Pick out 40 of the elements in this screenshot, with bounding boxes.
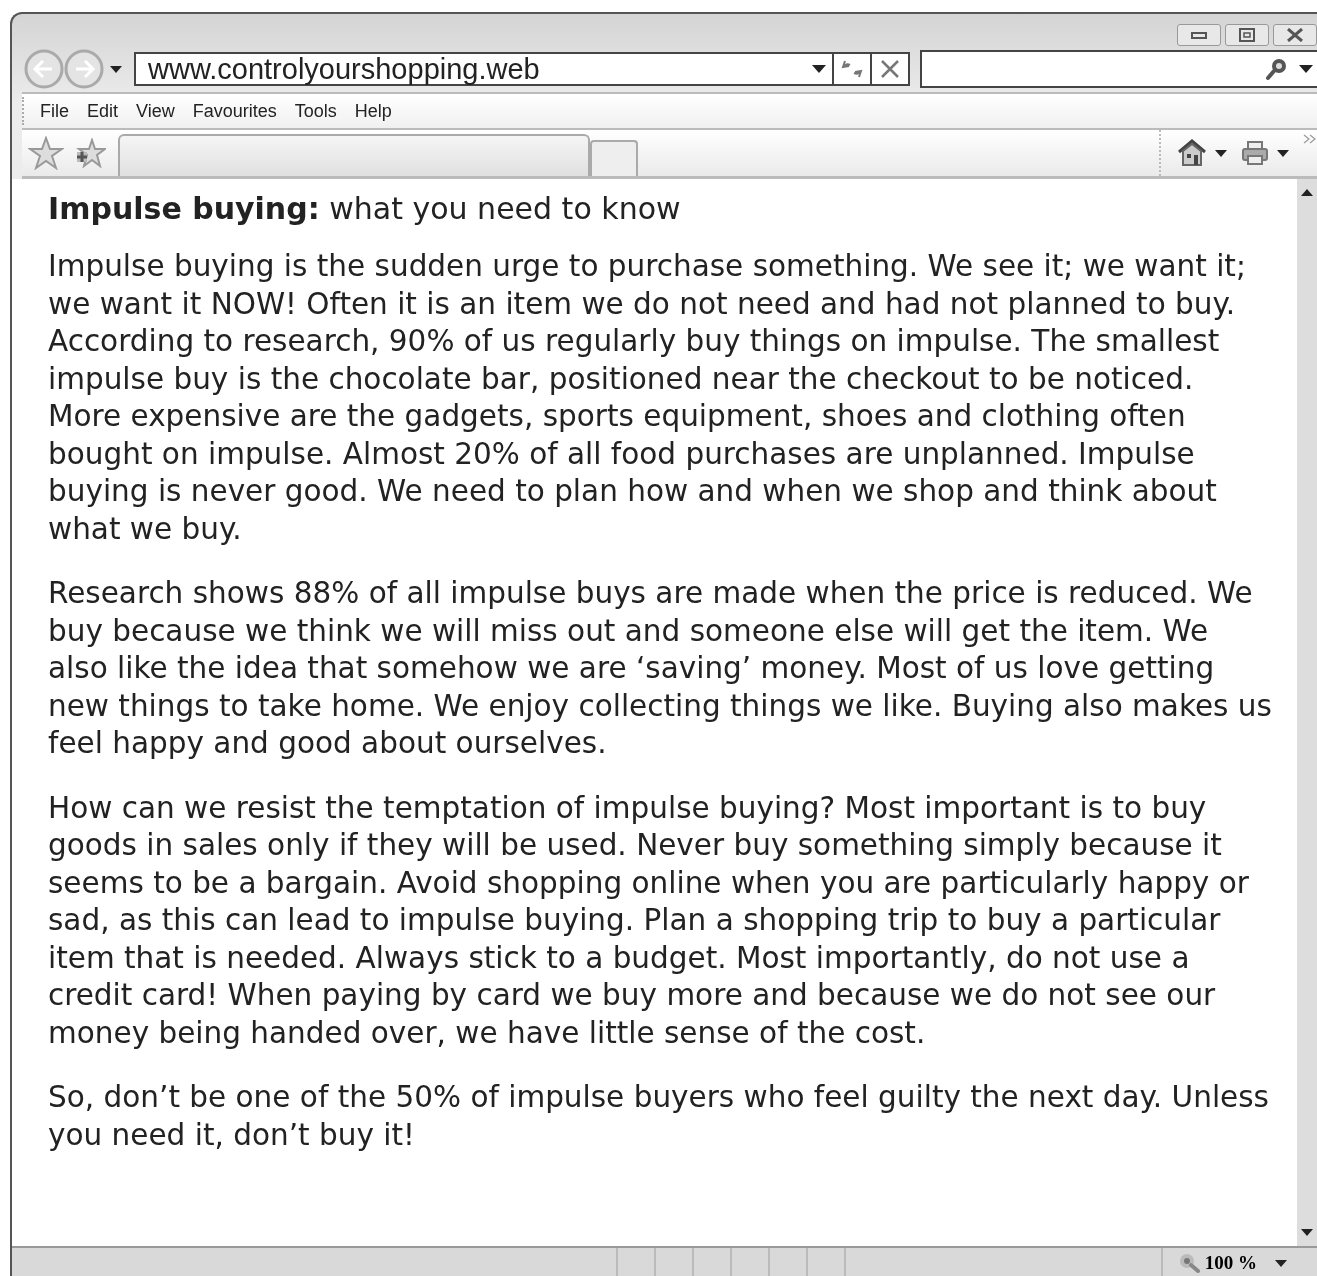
menu-item[interactable]: File (40, 100, 69, 122)
minimize-button[interactable] (1177, 24, 1221, 46)
close-icon (1286, 28, 1304, 42)
caret-icon[interactable] (1299, 65, 1313, 73)
menu-item[interactable]: View (136, 100, 175, 122)
caret-icon[interactable] (110, 65, 122, 73)
menu-item[interactable]: Edit (87, 100, 119, 122)
search-field[interactable] (920, 50, 1317, 88)
scroll-down-icon[interactable] (1301, 1229, 1313, 1236)
home-icon[interactable] (1177, 139, 1207, 167)
stop-icon (880, 59, 900, 79)
search-icon[interactable] (1265, 57, 1287, 81)
star-icon[interactable] (28, 136, 64, 170)
address-field[interactable]: www.controlyourshopping.web (134, 52, 834, 86)
menu-item[interactable]: Help (354, 100, 392, 122)
zoom-level[interactable]: 100 % (1204, 1252, 1257, 1274)
menu-item[interactable]: Favourites (192, 100, 277, 122)
url-text: www.controlyourshopping.web (148, 52, 540, 86)
close-button[interactable] (1273, 24, 1317, 46)
paragraph: Research shows 88% of all impulse buys are made when the price is reduced. We buy because we think we will miss out and someone else will get the item. We also like the idea that somehow we are ‘saving’ money. Most of us love getting new things to take home. We enjoy collecting things we like. Buying also makes us feel happy and good about ourselves. (48, 575, 1273, 762)
stop-button[interactable] (872, 52, 910, 86)
paragraph: How can we resist the temptation of impulse buying? Most important is to buy goods in sales only if they will be used. Never buy something simply because it seems to be a bargain. Avoid shopping online when you are particularly happy or sad, as this can lead to impulse buying. Plan a shopping trip to buy a particular item that is needed. Always stick to a budget. Most importantly, do not use a credit card! When paying by card we buy more and because we do not see our money being handed over, we have little sense of the cost. (48, 789, 1250, 1052)
menu-item[interactable]: Tools (294, 100, 337, 122)
zoom-icon[interactable] (1178, 1253, 1201, 1273)
caret-icon[interactable] (1275, 1259, 1287, 1267)
printer-icon[interactable] (1241, 140, 1269, 166)
paragraph: Impulse buying is the sudden urge to purchase something. We see it; we want it; we want it NOW! Often it is an item we do not need and had not planned to buy. According to research, 90% of us regularly buy things on impulse. The smallest impulse buy is the chocolate bar, positioned near the checkout to be noticed. More expensive are the gadgets, sports equipment, shoes and clothing often bought on impulse. Almost 20% of all food purchases are unplanned. Impulse buying is never good. We need to plan how and when we shop and think about what we buy. (48, 248, 1247, 548)
chevron-icon[interactable] (1303, 134, 1317, 144)
caret-icon[interactable] (812, 65, 826, 73)
paragraph: So, don’t be one of the 50% of impulse buyers who feel guilty the next day. Unless you need it, don’t buy it! (48, 1079, 1270, 1154)
refresh-button[interactable] (834, 52, 872, 86)
scroll-up-icon[interactable] (1301, 189, 1313, 196)
caret-icon[interactable] (1277, 149, 1289, 157)
minimize-icon (1191, 31, 1207, 39)
article-heading: Impulse buying: what you need to know (48, 191, 682, 226)
maximize-icon (1239, 28, 1255, 42)
add-favorite-icon[interactable] (74, 138, 106, 168)
caret-icon[interactable] (1215, 149, 1227, 157)
scrollbar[interactable] (1297, 179, 1317, 1246)
maximize-button[interactable] (1225, 24, 1269, 46)
